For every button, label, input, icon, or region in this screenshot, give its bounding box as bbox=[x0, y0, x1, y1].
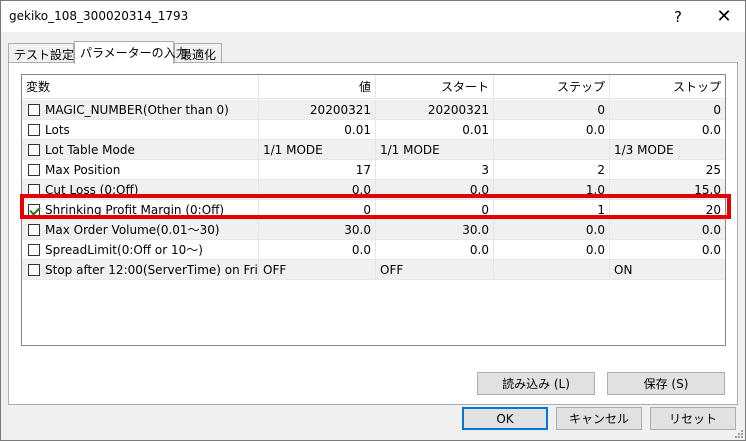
cell-value[interactable]: OFF bbox=[259, 260, 376, 280]
cell-variable: Lot Table Mode bbox=[22, 140, 259, 160]
cell-step[interactable]: 1.0 bbox=[494, 180, 610, 200]
cell-start[interactable]: 0.0 bbox=[376, 180, 494, 200]
cell-value[interactable]: 20200321 bbox=[259, 100, 376, 120]
table-row[interactable]: Shrinking Profit Margin (0:Off) 0 0 1 20 bbox=[22, 200, 725, 220]
cell-start[interactable]: 1/1 MODE bbox=[376, 140, 494, 160]
cell-value[interactable]: 0.0 bbox=[259, 180, 376, 200]
close-button[interactable]: ✕ bbox=[701, 1, 746, 32]
variable-name: Cut Loss (0:Off) bbox=[45, 183, 139, 197]
variable-name: Lot Table Mode bbox=[45, 143, 135, 157]
cell-start[interactable]: 3 bbox=[376, 160, 494, 180]
tab-parameters[interactable]: パラメーターの入力 bbox=[74, 41, 188, 64]
optimize-checkbox[interactable] bbox=[28, 124, 40, 136]
cell-start[interactable]: 0 bbox=[376, 200, 494, 220]
cell-step[interactable]: 0 bbox=[494, 100, 610, 120]
variable-name: Stop after 12:00(ServerTime) on Friday bbox=[45, 263, 259, 277]
optimize-checkbox[interactable] bbox=[28, 264, 40, 276]
parameters-panel: 変数 値 スタート ステップ ストップ MAGIC_NUMBER(Other t… bbox=[8, 62, 738, 405]
table-row[interactable]: Max Position 17 3 2 25 bbox=[22, 160, 725, 180]
cell-stop[interactable]: ON bbox=[610, 260, 725, 280]
cell-variable: Max Order Volume(0.01～30) bbox=[22, 220, 259, 240]
variable-name: Max Order Volume(0.01～30) bbox=[45, 223, 220, 237]
cell-start[interactable]: 20200321 bbox=[376, 100, 494, 120]
cell-stop[interactable]: 0 bbox=[610, 100, 725, 120]
cell-variable: Stop after 12:00(ServerTime) on Friday bbox=[22, 260, 259, 280]
optimize-checkbox[interactable] bbox=[28, 164, 40, 176]
table-row[interactable]: Lot Table Mode 1/1 MODE 1/1 MODE 1/3 MODE bbox=[22, 140, 725, 160]
dialog-window: gekiko_108_300020314_1793 ? ✕ テスト設定 パラメー… bbox=[0, 0, 746, 441]
optimize-checkbox[interactable] bbox=[28, 244, 40, 256]
cell-step[interactable] bbox=[494, 140, 610, 160]
cancel-button[interactable]: キャンセル bbox=[556, 407, 642, 430]
save-button[interactable]: 保存 (S) bbox=[607, 372, 725, 395]
column-header-step[interactable]: ステップ bbox=[494, 75, 610, 99]
variable-name: Max Position bbox=[45, 163, 121, 177]
cell-step[interactable]: 0.0 bbox=[494, 240, 610, 260]
help-button[interactable]: ? bbox=[655, 1, 701, 32]
cell-step[interactable]: 2 bbox=[494, 160, 610, 180]
optimize-checkbox[interactable] bbox=[28, 204, 40, 216]
cell-stop[interactable]: 20 bbox=[610, 200, 725, 220]
cell-stop[interactable]: 0.0 bbox=[610, 240, 725, 260]
help-icon: ? bbox=[674, 7, 682, 26]
cell-stop[interactable]: 15.0 bbox=[610, 180, 725, 200]
cell-stop[interactable]: 0.0 bbox=[610, 120, 725, 140]
cell-variable: Max Position bbox=[22, 160, 259, 180]
tab-test-settings[interactable]: テスト設定 bbox=[8, 43, 74, 63]
cell-value[interactable]: 17 bbox=[259, 160, 376, 180]
column-header-stop[interactable]: ストップ bbox=[610, 75, 725, 99]
cell-value[interactable]: 0.01 bbox=[259, 120, 376, 140]
reset-button[interactable]: リセット bbox=[650, 407, 736, 430]
cell-stop[interactable]: 1/3 MODE bbox=[610, 140, 725, 160]
cell-value[interactable]: 1/1 MODE bbox=[259, 140, 376, 160]
window-title: gekiko_108_300020314_1793 bbox=[9, 9, 189, 23]
load-button[interactable]: 読み込み (L) bbox=[477, 372, 595, 395]
cell-value[interactable]: 0.0 bbox=[259, 240, 376, 260]
cell-variable: Lots bbox=[22, 120, 259, 140]
cell-start[interactable]: OFF bbox=[376, 260, 494, 280]
resize-grip-icon[interactable] bbox=[733, 428, 743, 438]
cell-stop[interactable]: 0.0 bbox=[610, 220, 725, 240]
optimize-checkbox[interactable] bbox=[28, 104, 40, 116]
variable-name: MAGIC_NUMBER(Other than 0) bbox=[45, 103, 229, 117]
cell-value[interactable]: 0 bbox=[259, 200, 376, 220]
variable-name: SpreadLimit(0:Off or 10～) bbox=[45, 243, 203, 257]
table-row[interactable]: SpreadLimit(0:Off or 10～) 0.0 0.0 0.0 0.0 bbox=[22, 240, 725, 260]
table-row[interactable]: Lots 0.01 0.01 0.0 0.0 bbox=[22, 120, 725, 140]
table-header: 変数 値 スタート ステップ ストップ bbox=[22, 75, 725, 99]
cell-start[interactable]: 0.0 bbox=[376, 240, 494, 260]
ok-button[interactable]: OK bbox=[462, 407, 548, 430]
table-row[interactable]: Max Order Volume(0.01～30) 30.0 30.0 0.0 0.0 bbox=[22, 220, 725, 240]
cell-variable: MAGIC_NUMBER(Other than 0) bbox=[22, 100, 259, 120]
cell-start[interactable]: 0.01 bbox=[376, 120, 494, 140]
table-row[interactable]: Stop after 12:00(ServerTime) on Friday OF… bbox=[22, 260, 725, 280]
close-icon: ✕ bbox=[716, 6, 732, 27]
title-bar: gekiko_108_300020314_1793 ? ✕ bbox=[1, 1, 745, 32]
column-header-variable[interactable]: 変数 bbox=[22, 75, 259, 99]
cell-value[interactable]: 30.0 bbox=[259, 220, 376, 240]
cell-step[interactable]: 0.0 bbox=[494, 120, 610, 140]
cell-step[interactable]: 1 bbox=[494, 200, 610, 220]
cell-variable: SpreadLimit(0:Off or 10～) bbox=[22, 240, 259, 260]
column-header-value[interactable]: 値 bbox=[259, 75, 376, 99]
cell-variable: Cut Loss (0:Off) bbox=[22, 180, 259, 200]
column-header-start[interactable]: スタート bbox=[376, 75, 494, 99]
variable-name: Shrinking Profit Margin (0:Off) bbox=[45, 203, 225, 217]
variable-name: Lots bbox=[45, 123, 70, 137]
optimize-checkbox[interactable] bbox=[28, 144, 40, 156]
cell-step[interactable]: 0.0 bbox=[494, 220, 610, 240]
cell-start[interactable]: 30.0 bbox=[376, 220, 494, 240]
cell-step[interactable] bbox=[494, 260, 610, 280]
table-row[interactable]: Cut Loss (0:Off) 0.0 0.0 1.0 15.0 bbox=[22, 180, 725, 200]
cell-stop[interactable]: 25 bbox=[610, 160, 725, 180]
cell-variable: Shrinking Profit Margin (0:Off) bbox=[22, 200, 259, 220]
optimize-checkbox[interactable] bbox=[28, 224, 40, 236]
table-row[interactable]: MAGIC_NUMBER(Other than 0) 20200321 202003… bbox=[22, 100, 725, 120]
parameter-table: 変数 値 スタート ステップ ストップ MAGIC_NUMBER(Other t… bbox=[21, 74, 726, 346]
optimize-checkbox[interactable] bbox=[28, 184, 40, 196]
